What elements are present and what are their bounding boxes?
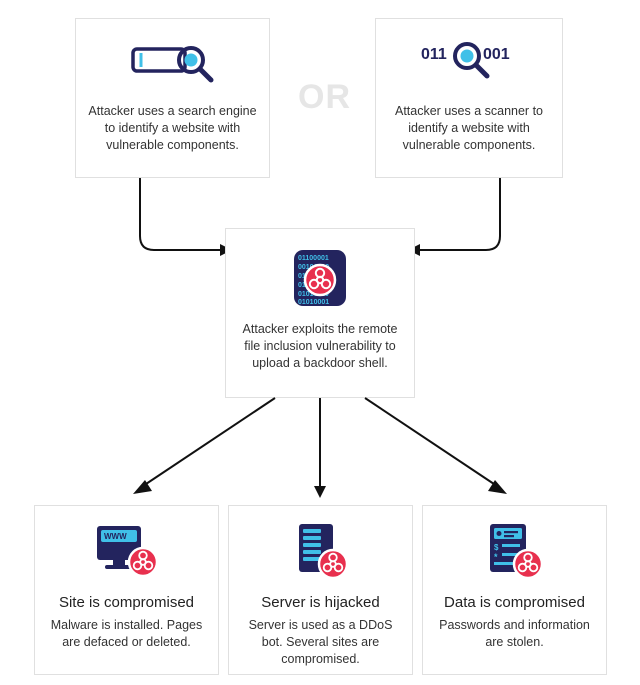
server-hijacked-icon (241, 520, 400, 586)
outcome-server-hijacked: Server is hijacked Server is used as a D… (228, 505, 413, 675)
svg-text:$: $ (494, 543, 499, 552)
site-compromised-icon: WWW (47, 520, 206, 586)
svg-text:01010001: 01010001 (298, 299, 329, 306)
svg-text:001: 001 (483, 46, 510, 63)
step-scanner-text: Attacker uses a scanner to identify a we… (388, 103, 550, 154)
outcome-data-text: Passwords and information are stolen. (435, 617, 594, 651)
svg-text:011: 011 (421, 46, 447, 63)
outcome-data-title: Data is compromised (435, 594, 594, 611)
or-label: OR (298, 78, 351, 117)
step-search-engine-text: Attacker uses a search engine to identif… (88, 103, 257, 154)
search-engine-icon (88, 33, 257, 95)
step-scanner: 011 001 Attacker uses a scanner to ident… (375, 18, 563, 178)
step-search-engine: Attacker uses a search engine to identif… (75, 18, 270, 178)
exploit-icon: 01100001 00101010 01010011 01010010 0101… (238, 243, 402, 313)
outcome-server-text: Server is used as a DDoS bot. Several si… (241, 617, 400, 668)
outcome-site-title: Site is compromised (47, 594, 206, 611)
outcome-data-compromised: $ * Data is compromised Passwords and in… (422, 505, 607, 675)
svg-text:WWW: WWW (104, 532, 127, 541)
svg-text:*: * (494, 552, 498, 562)
data-compromised-icon: $ * (435, 520, 594, 586)
step-exploit: 01100001 00101010 01010011 01010010 0101… (225, 228, 415, 398)
outcome-site-compromised: WWW Site is compromised Malware is insta… (34, 505, 219, 675)
outcome-server-title: Server is hijacked (241, 594, 400, 611)
scanner-icon: 011 001 (388, 33, 550, 95)
outcome-site-text: Malware is installed. Pages are defaced … (47, 617, 206, 651)
step-exploit-text: Attacker exploits the remote file inclus… (238, 321, 402, 372)
svg-text:01100001: 01100001 (298, 255, 329, 262)
